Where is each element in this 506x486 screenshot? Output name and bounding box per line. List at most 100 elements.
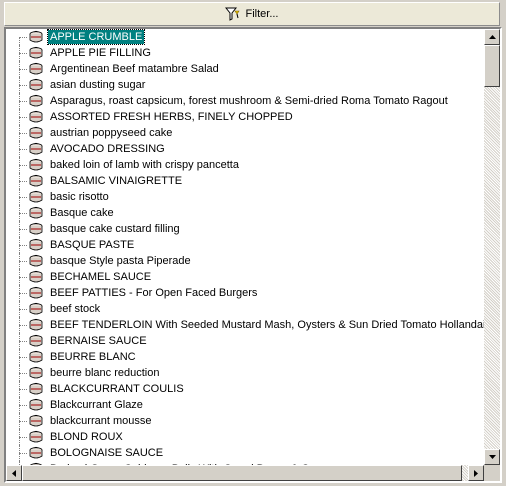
arrow-up-icon xyxy=(488,35,496,39)
tree-list: APPLE CRUMBLE APPLE PIE FILLING Argentinea… xyxy=(6,29,484,465)
tree-item[interactable]: BLACKCURRANT COULIS xyxy=(6,381,484,397)
recipe-tree[interactable]: APPLE CRUMBLE APPLE PIE FILLING Argentinea… xyxy=(4,27,502,483)
arrow-right-icon xyxy=(474,469,478,477)
tree-connector-branch xyxy=(19,101,27,102)
filter-label: Filter... xyxy=(245,8,279,20)
recipe-pot-icon xyxy=(28,30,48,44)
recipe-pot-icon xyxy=(28,254,48,268)
tree-item[interactable]: BOLOGNAISE SAUCE xyxy=(6,445,484,461)
tree-connector-branch xyxy=(19,453,27,454)
recipe-pot-icon xyxy=(28,46,48,60)
tree-connector-line xyxy=(19,37,20,45)
tree-item[interactable]: baked loin of lamb with crispy pancetta xyxy=(6,157,484,173)
recipe-pot-icon xyxy=(28,270,48,284)
tree-connector-branch xyxy=(19,181,27,182)
tree-item-label: BALSAMIC VINAIGRETTE xyxy=(50,175,183,187)
tree-item[interactable]: asian dusting sugar xyxy=(6,77,484,93)
tree-item-label: BEEF TENDERLOIN With Seeded Mustard Mash… xyxy=(50,319,484,331)
tree-connector-branch xyxy=(19,197,27,198)
tree-item[interactable]: BLOND ROUX xyxy=(6,429,484,445)
recipe-pot-icon xyxy=(28,222,48,236)
scroll-left-button[interactable] xyxy=(6,465,22,481)
recipe-pot-icon xyxy=(28,398,48,412)
tree-item[interactable]: ASSORTED FRESH HERBS, FINELY CHOPPED xyxy=(6,109,484,125)
tree-item[interactable]: BEURRE BLANC xyxy=(6,349,484,365)
tree-connector-branch xyxy=(19,53,27,54)
tree-connector-branch xyxy=(19,69,27,70)
tree-item-label: Blackcurrant Glaze xyxy=(50,399,143,411)
tree-item[interactable]: APPLE PIE FILLING xyxy=(6,45,484,61)
tree-item-label: basque cake custard filling xyxy=(50,223,180,235)
tree-item[interactable]: basic risotto xyxy=(6,189,484,205)
tree-connector-branch xyxy=(19,405,27,406)
tree-item[interactable]: BALSAMIC VINAIGRETTE xyxy=(6,173,484,189)
tree-connector-branch xyxy=(19,213,27,214)
tree-connector-branch xyxy=(19,37,27,38)
tree-item-label: asian dusting sugar xyxy=(50,79,146,91)
tree-item-label: APPLE CRUMBLE xyxy=(46,29,146,45)
tree-connector-branch xyxy=(19,229,27,230)
recipe-pot-icon xyxy=(28,446,48,460)
recipe-pot-icon xyxy=(28,142,48,156)
tree-connector-branch xyxy=(19,293,27,294)
recipe-pot-icon xyxy=(28,174,48,188)
tree-connector-branch xyxy=(19,437,27,438)
tree-item[interactable]: Blackcurrant Glaze xyxy=(6,397,484,413)
arrow-left-icon xyxy=(12,469,16,477)
tree-item[interactable]: blackcurrant mousse xyxy=(6,413,484,429)
horizontal-scrollbar[interactable] xyxy=(6,465,484,481)
recipe-pot-icon xyxy=(28,238,48,252)
recipe-pot-icon xyxy=(28,430,48,444)
scroll-down-button[interactable] xyxy=(484,449,500,465)
tree-item-label: BERNAISE SAUCE xyxy=(50,335,147,347)
tree-item-label: BLACKCURRANT COULIS xyxy=(50,383,184,395)
tree-item-label: APPLE PIE FILLING xyxy=(50,47,151,59)
horizontal-scroll-thumb[interactable] xyxy=(22,465,462,481)
tree-item-label: basic risotto xyxy=(50,191,109,203)
filter-funnel-icon xyxy=(225,7,241,21)
recipe-pot-icon xyxy=(28,190,48,204)
tree-item[interactable]: Argentinean Beef matambre Salad xyxy=(6,61,484,77)
tree-viewport: APPLE CRUMBLE APPLE PIE FILLING Argentinea… xyxy=(6,29,484,465)
recipe-pot-icon xyxy=(28,318,48,332)
vertical-scrollbar[interactable] xyxy=(484,29,500,465)
recipe-pot-icon xyxy=(28,366,48,380)
tree-item[interactable]: AVOCADO DRESSING xyxy=(6,141,484,157)
tree-item[interactable]: BASQUE PASTE xyxy=(6,237,484,253)
filter-button[interactable]: Filter... xyxy=(4,2,500,26)
tree-item[interactable]: APPLE CRUMBLE xyxy=(6,29,484,45)
tree-item[interactable]: BECHAMEL SAUCE xyxy=(6,269,484,285)
recipe-pot-icon xyxy=(28,206,48,220)
tree-item[interactable]: BERNAISE SAUCE xyxy=(6,333,484,349)
scroll-up-button[interactable] xyxy=(484,29,500,45)
recipe-pot-icon xyxy=(28,286,48,300)
tree-item-label: blackcurrant mousse xyxy=(50,415,152,427)
tree-item-label: BEEF PATTIES - For Open Faced Burgers xyxy=(50,287,258,299)
tree-item-label: beef stock xyxy=(50,303,101,315)
scroll-right-button[interactable] xyxy=(468,465,484,481)
tree-item-label: beurre blanc reduction xyxy=(50,367,160,379)
tree-connector-branch xyxy=(19,421,27,422)
tree-item[interactable]: BEEF PATTIES - For Open Faced Burgers xyxy=(6,285,484,301)
tree-item[interactable]: Asparagus, roast capsicum, forest mushro… xyxy=(6,93,484,109)
tree-item[interactable]: basque Style pasta Piperade xyxy=(6,253,484,269)
tree-item[interactable]: beef stock xyxy=(6,301,484,317)
tree-connector-branch xyxy=(19,117,27,118)
tree-item[interactable]: beurre blanc reduction xyxy=(6,365,484,381)
tree-item[interactable]: basque cake custard filling xyxy=(6,221,484,237)
tree-item[interactable]: austrian poppyseed cake xyxy=(6,125,484,141)
tree-item[interactable]: Basque cake xyxy=(6,205,484,221)
tree-item-label: BLOND ROUX xyxy=(50,431,123,443)
recipe-pot-icon xyxy=(28,414,48,428)
tree-item[interactable]: BEEF TENDERLOIN With Seeded Mustard Mash… xyxy=(6,317,484,333)
recipe-pot-icon xyxy=(28,350,48,364)
vertical-scroll-thumb[interactable] xyxy=(484,45,500,87)
tree-item-label: baked loin of lamb with crispy pancetta xyxy=(50,159,239,171)
tree-connector-branch xyxy=(19,149,27,150)
tree-connector-branch xyxy=(19,261,27,262)
tree-item-label: Asparagus, roast capsicum, forest mushro… xyxy=(50,95,448,107)
recipe-pot-icon xyxy=(28,78,48,92)
tree-item-label: BASQUE PASTE xyxy=(50,239,135,251)
recipe-pot-icon xyxy=(28,382,48,396)
tree-connector-branch xyxy=(19,277,27,278)
